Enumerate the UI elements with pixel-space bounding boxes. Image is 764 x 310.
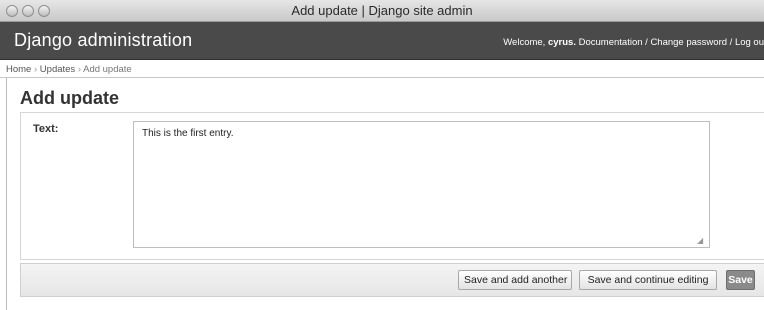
user-tools: Welcome, cyrus. Documentation / Change p… xyxy=(503,37,764,48)
breadcrumb: Home › Updates › Add update xyxy=(0,60,764,78)
page-title: Add update xyxy=(20,88,119,108)
breadcrumb-home[interactable]: Home xyxy=(6,64,31,75)
logout-link[interactable]: Log ou xyxy=(735,37,764,48)
window-titlebar: Add update | Django site admin xyxy=(0,0,764,22)
save-button[interactable]: Save xyxy=(726,270,755,290)
content-border xyxy=(6,78,7,310)
save-and-continue-button[interactable]: Save and continue editing xyxy=(579,270,717,290)
breadcrumb-updates[interactable]: Updates xyxy=(40,64,75,75)
documentation-link[interactable]: Documentation xyxy=(579,37,643,48)
save-and-add-another-button[interactable]: Save and add another xyxy=(458,270,572,290)
breadcrumb-current: Add update xyxy=(83,64,132,75)
change-password-link[interactable]: Change password xyxy=(650,37,727,48)
admin-header: Django administration Welcome, cyrus. Do… xyxy=(0,22,764,60)
window-title: Add update | Django site admin xyxy=(291,3,473,18)
text-field[interactable]: This is the first entry. xyxy=(133,121,710,248)
resize-grip-icon[interactable]: ◢ xyxy=(697,236,703,245)
form-fieldset: Text: This is the first entry. ◢ xyxy=(20,112,764,260)
site-branding: Django administration xyxy=(14,30,193,50)
breadcrumb-separator: › xyxy=(75,64,84,75)
welcome-text: Welcome, xyxy=(503,37,548,48)
username: cyrus. xyxy=(547,37,576,48)
separator: / xyxy=(727,37,735,48)
submit-row: Save and add another Save and continue e… xyxy=(20,263,764,297)
breadcrumb-separator: › xyxy=(31,64,40,75)
text-field-label: Text: xyxy=(33,123,59,135)
